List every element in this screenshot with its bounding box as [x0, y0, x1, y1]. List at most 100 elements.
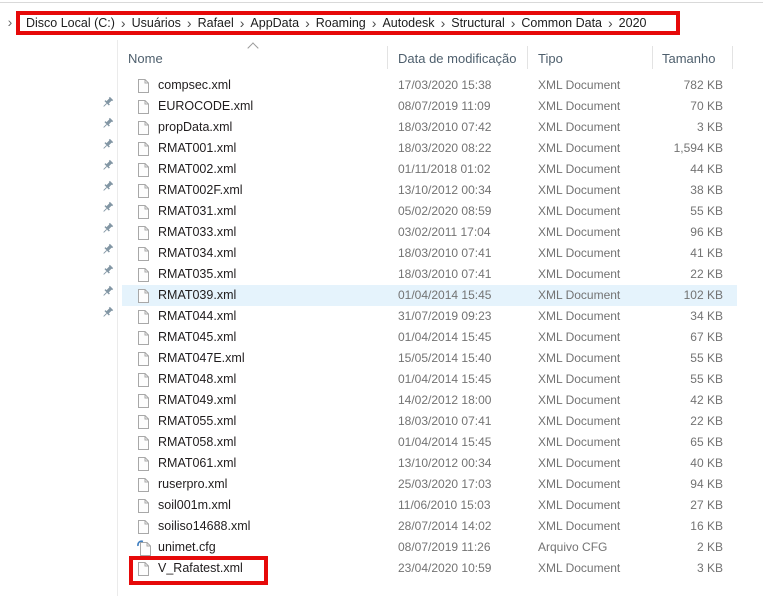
- file-name: ruserpro.xml: [158, 477, 228, 491]
- table-row[interactable]: RMAT045.xml 01/04/2014 15:45 XML Documen…: [0, 327, 763, 348]
- table-row[interactable]: RMAT061.xml 13/10/2012 00:34 XML Documen…: [0, 453, 763, 474]
- breadcrumb-item[interactable]: Roaming: [316, 16, 366, 30]
- table-row[interactable]: RMAT044.xml 31/07/2019 09:23 XML Documen…: [0, 306, 763, 327]
- file-icon: [137, 393, 150, 409]
- column-divider[interactable]: [387, 46, 388, 69]
- breadcrumb-item[interactable]: Structural: [451, 16, 505, 30]
- file-date-modified: 01/11/2018 01:02: [398, 162, 491, 176]
- breadcrumb-separator-chevron-icon[interactable]: ›: [187, 16, 192, 30]
- table-row[interactable]: RMAT047E.xml 15/05/2014 15:40 XML Docume…: [0, 348, 763, 369]
- breadcrumb-separator-chevron-icon[interactable]: ›: [441, 16, 446, 30]
- file-size: 22 KB: [690, 267, 723, 281]
- file-name: RMAT002.xml: [158, 162, 237, 176]
- column-header-date-modified[interactable]: Data de modificação: [398, 50, 517, 68]
- pushpin-icon[interactable]: [99, 197, 115, 218]
- breadcrumb-item[interactable]: Common Data: [521, 16, 602, 30]
- pushpin-icon[interactable]: [99, 260, 115, 281]
- file-size: 55 KB: [690, 372, 723, 386]
- breadcrumb-separator-chevron-icon[interactable]: ›: [240, 16, 245, 30]
- file-name: RMAT002F.xml: [158, 183, 243, 197]
- file-name: EUROCODE.xml: [158, 99, 254, 113]
- pushpin-icon[interactable]: [99, 176, 115, 197]
- file-date-modified: 18/03/2010 07:42: [398, 120, 492, 134]
- file-name: RMAT055.xml: [158, 414, 237, 428]
- column-header-name[interactable]: Nome: [128, 50, 163, 68]
- table-row[interactable]: RMAT049.xml 14/02/2012 18:00 XML Documen…: [0, 390, 763, 411]
- column-header-type[interactable]: Tipo: [538, 50, 563, 68]
- breadcrumb-item[interactable]: Usuários: [132, 16, 181, 30]
- column-divider[interactable]: [732, 46, 733, 69]
- file-size: 16 KB: [690, 519, 723, 533]
- file-name: RMAT048.xml: [158, 372, 237, 386]
- annotation-box-file: [129, 556, 268, 585]
- pushpin-icon[interactable]: [99, 155, 115, 176]
- file-date-modified: 18/03/2010 07:41: [398, 414, 492, 428]
- breadcrumb-separator-chevron-icon[interactable]: ›: [305, 16, 310, 30]
- file-icon: [137, 288, 150, 304]
- pushpin-icon[interactable]: [99, 302, 115, 323]
- window-top-border: [0, 2, 763, 3]
- file-date-modified: 17/03/2020 15:38: [398, 78, 492, 92]
- file-date-modified: 01/04/2014 15:45: [398, 288, 492, 302]
- file-name: propData.xml: [158, 120, 233, 134]
- table-row[interactable]: RMAT048.xml 01/04/2014 15:45 XML Documen…: [0, 369, 763, 390]
- file-name: RMAT033.xml: [158, 225, 237, 239]
- file-icon: [137, 246, 150, 262]
- file-icon: [137, 498, 150, 514]
- table-row[interactable]: RMAT058.xml 01/04/2014 15:45 XML Documen…: [0, 432, 763, 453]
- file-name: RMAT001.xml: [158, 141, 237, 155]
- file-name: RMAT045.xml: [158, 330, 237, 344]
- breadcrumb-items: Disco Local (C:) › Usuários › Rafael › AppData…: [20, 16, 646, 30]
- file-date-modified: 01/04/2014 15:45: [398, 372, 492, 386]
- file-date-modified: 13/10/2012 00:34: [398, 456, 492, 470]
- file-size: 38 KB: [690, 183, 723, 197]
- file-name: RMAT035.xml: [158, 267, 237, 281]
- file-date-modified: 08/07/2019 11:26: [398, 540, 491, 554]
- pushpin-icon[interactable]: [99, 239, 115, 260]
- column-divider[interactable]: [652, 46, 653, 69]
- table-row[interactable]: RMAT055.xml 18/03/2010 07:41 XML Documen…: [0, 411, 763, 432]
- column-divider[interactable]: [527, 46, 528, 69]
- file-date-modified: 28/07/2014 14:02: [398, 519, 492, 533]
- file-date-modified: 18/03/2010 07:41: [398, 267, 492, 281]
- file-icon: [137, 330, 150, 346]
- file-size: 94 KB: [690, 477, 723, 491]
- table-row[interactable]: ruserpro.xml 25/03/2020 17:03 XML Docume…: [0, 474, 763, 495]
- pushpin-icon[interactable]: [99, 92, 115, 113]
- file-size: 102 KB: [683, 288, 723, 302]
- table-row[interactable]: unimet.cfg 08/07/2019 11:26 Arquivo CFG …: [0, 537, 763, 558]
- pushpin-icon[interactable]: [99, 113, 115, 134]
- file-size: 1,594 KB: [673, 141, 723, 155]
- breadcrumb-item[interactable]: 2020: [619, 16, 647, 30]
- column-header-size[interactable]: Tamanho: [662, 50, 715, 68]
- pushpin-icon[interactable]: [99, 134, 115, 155]
- breadcrumb-separator-chevron-icon[interactable]: ›: [372, 16, 377, 30]
- breadcrumb-item[interactable]: Disco Local (C:): [26, 16, 115, 30]
- breadcrumb-separator-chevron-icon[interactable]: ›: [608, 16, 613, 30]
- file-size: 44 KB: [690, 162, 723, 176]
- table-row[interactable]: soil001m.xml 11/06/2010 15:03 XML Docume…: [0, 495, 763, 516]
- breadcrumb-separator-chevron-icon[interactable]: ›: [121, 16, 126, 30]
- pushpin-icon[interactable]: [99, 281, 115, 302]
- file-icon: [137, 540, 151, 556]
- file-date-modified: 03/02/2011 17:04: [398, 225, 491, 239]
- breadcrumb-root-chevron-icon[interactable]: ›: [3, 13, 17, 31]
- pushpin-icon[interactable]: [99, 218, 115, 239]
- file-icon: [137, 204, 150, 220]
- breadcrumb-item[interactable]: Rafael: [198, 16, 234, 30]
- file-size: 55 KB: [690, 204, 723, 218]
- breadcrumb-item[interactable]: AppData: [250, 16, 299, 30]
- file-size: 22 KB: [690, 414, 723, 428]
- file-icon: [137, 141, 150, 157]
- breadcrumb-separator-chevron-icon[interactable]: ›: [511, 16, 516, 30]
- breadcrumb-item[interactable]: Autodesk: [382, 16, 434, 30]
- table-row[interactable]: soiliso14688.xml 28/07/2014 14:02 XML Do…: [0, 516, 763, 537]
- file-size: 782 KB: [683, 78, 723, 92]
- file-icon: [137, 477, 150, 493]
- file-icon: [137, 267, 150, 283]
- file-date-modified: 18/03/2020 08:22: [398, 141, 492, 155]
- file-name: compsec.xml: [158, 78, 231, 92]
- file-name: RMAT049.xml: [158, 393, 237, 407]
- file-name: soil001m.xml: [158, 498, 231, 512]
- table-row[interactable]: V_Rafatest.xml 23/04/2020 10:59 XML Docu…: [0, 558, 763, 579]
